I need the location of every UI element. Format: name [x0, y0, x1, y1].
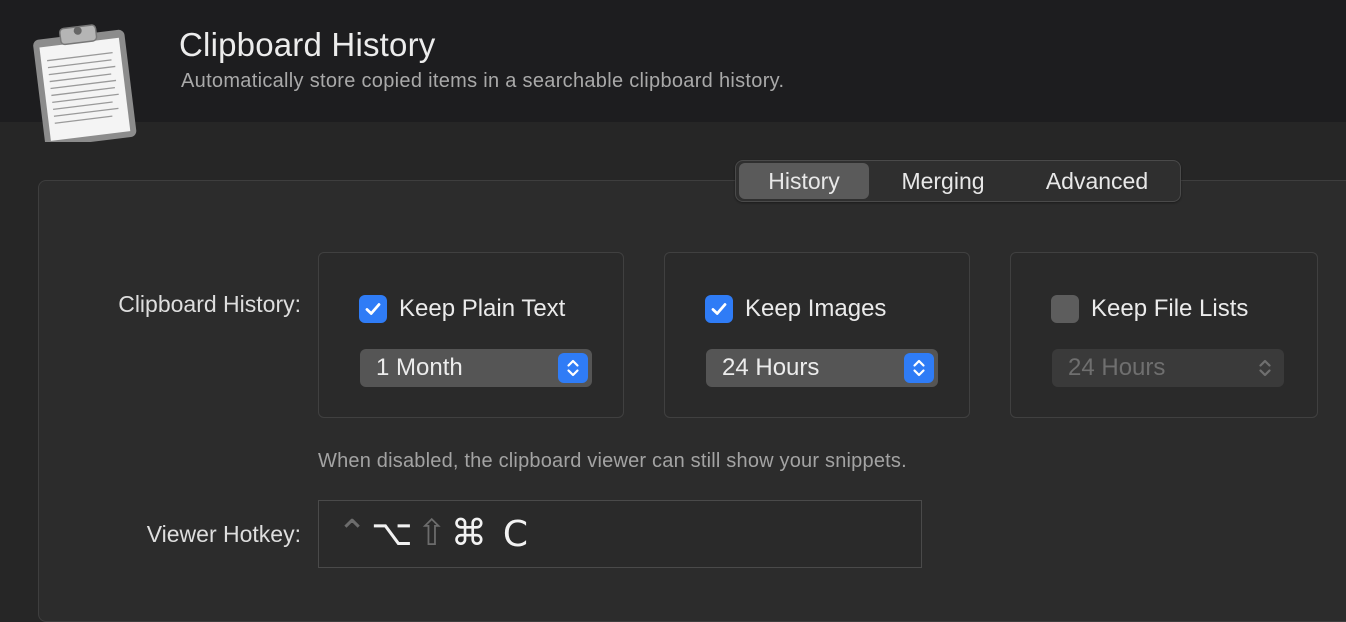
preferences-header: Clipboard History Automatically store co… — [0, 0, 1346, 142]
plain-text-duration-value: 1 Month — [376, 354, 463, 381]
tab-advanced[interactable]: Advanced — [1017, 163, 1177, 199]
keep-file-lists-row[interactable]: Keep File Lists — [1051, 295, 1248, 323]
command-key-icon: ⌘ — [450, 513, 487, 554]
tab-bar: History Merging Advanced — [735, 160, 1181, 202]
file-lists-group: Keep File Lists 24 Hours — [1010, 252, 1318, 418]
clipboard-app-icon — [33, 24, 137, 142]
checkmark-icon — [365, 303, 381, 315]
keep-plain-text-row[interactable]: Keep Plain Text — [359, 295, 565, 323]
clipboard-history-label: Clipboard History: — [118, 291, 301, 317]
control-key-icon: ⌃ — [337, 513, 368, 554]
plain-text-group: Keep Plain Text 1 Month — [318, 252, 624, 418]
file-lists-duration-select[interactable]: 24 Hours — [1052, 349, 1284, 387]
shift-key-icon: ⇧ — [416, 513, 447, 554]
keep-images-checkbox[interactable] — [705, 295, 733, 323]
keep-images-label: Keep Images — [745, 295, 887, 322]
page-subtitle: Automatically store copied items in a se… — [181, 70, 785, 92]
keep-plain-text-label: Keep Plain Text — [399, 295, 566, 322]
keep-plain-text-checkbox[interactable] — [359, 295, 387, 323]
file-lists-duration-value: 24 Hours — [1068, 354, 1166, 381]
tab-history[interactable]: History — [739, 163, 869, 199]
hotkey-key: C — [502, 513, 528, 555]
images-group: Keep Images 24 Hours — [664, 252, 970, 418]
keep-images-row[interactable]: Keep Images — [705, 295, 886, 323]
keep-file-lists-checkbox[interactable] — [1051, 295, 1079, 323]
checkmark-icon — [711, 303, 727, 315]
tab-merging[interactable]: Merging — [869, 163, 1017, 199]
images-duration-value: 24 Hours — [722, 354, 820, 381]
chevron-up-down-icon — [558, 353, 588, 383]
page-title: Clipboard History — [179, 26, 436, 63]
viewer-hotkey-label: Viewer Hotkey: — [146, 521, 301, 547]
chevron-up-down-icon — [1250, 353, 1280, 383]
option-key-icon: ⌥ — [371, 513, 413, 554]
chevron-up-down-icon — [904, 353, 934, 383]
clipboard-hint-text: When disabled, the clipboard viewer can … — [318, 450, 907, 472]
plain-text-duration-select[interactable]: 1 Month — [360, 349, 592, 387]
keep-file-lists-label: Keep File Lists — [1091, 295, 1249, 322]
images-duration-select[interactable]: 24 Hours — [706, 349, 938, 387]
viewer-hotkey-field[interactable]: ⌃ ⌥ ⇧ ⌘ C — [318, 500, 922, 568]
